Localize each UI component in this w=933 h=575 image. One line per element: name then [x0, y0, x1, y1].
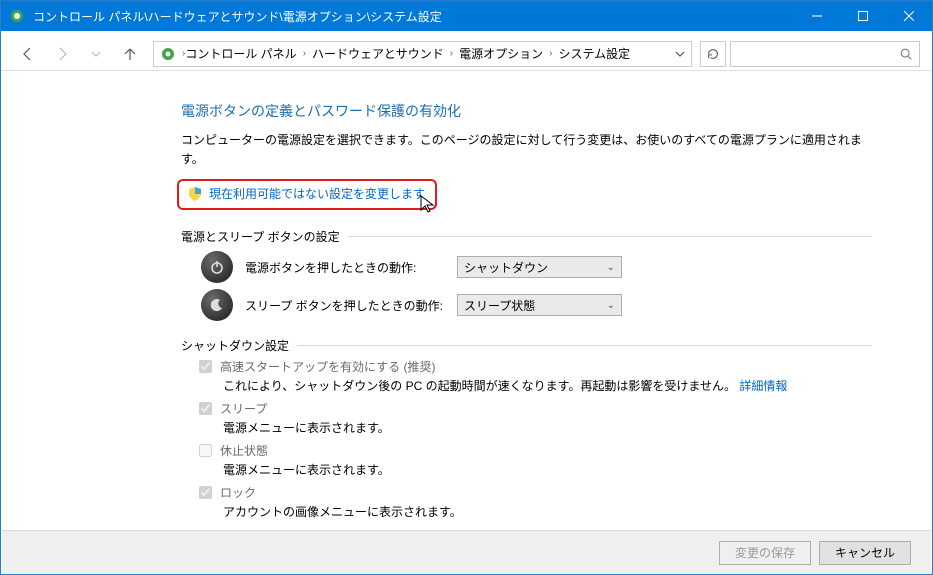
breadcrumb-item[interactable]: コントロール パネル — [185, 45, 296, 62]
minimize-button[interactable] — [794, 1, 840, 31]
fast-startup-description: これにより、シャットダウン後の PC の起動時間が速くなります。再起動は影響を受… — [223, 377, 872, 394]
chevron-down-icon: ⌄ — [607, 300, 615, 311]
search-input[interactable] — [730, 41, 920, 67]
sleep-button-action-select[interactable]: スリープ状態 ⌄ — [457, 294, 622, 316]
forward-button[interactable] — [47, 40, 77, 68]
save-button: 変更の保存 — [719, 541, 811, 565]
recent-dropdown[interactable] — [81, 40, 111, 68]
select-value: スリープ状態 — [464, 297, 535, 314]
control-panel-icon — [9, 8, 25, 24]
power-plan-icon — [160, 46, 176, 62]
sleep-icon — [201, 289, 233, 321]
select-value: シャットダウン — [464, 259, 548, 276]
section-power-sleep-label: 電源とスリープ ボタンの設定 — [181, 228, 340, 245]
lock-option-description: アカウントの画像メニューに表示されます。 — [223, 503, 872, 520]
chevron-down-icon[interactable] — [675, 49, 685, 59]
breadcrumb-item[interactable]: ハードウェアとサウンド — [312, 45, 444, 62]
sleep-option-label: スリープ — [220, 400, 267, 417]
fast-startup-label: 高速スタートアップを有効にする (推奨) — [220, 358, 435, 375]
shield-icon — [187, 186, 203, 202]
page-title: 電源ボタンの定義とパスワード保護の有効化 — [181, 101, 872, 121]
chevron-right-icon: › — [303, 48, 306, 59]
address-bar[interactable]: › コントロール パネル › ハードウェアとサウンド › 電源オプション › シ… — [153, 41, 692, 67]
cancel-button[interactable]: キャンセル — [819, 541, 911, 565]
refresh-button[interactable] — [700, 41, 726, 67]
footer: 変更の保存 キャンセル — [2, 530, 931, 574]
close-button[interactable] — [886, 1, 932, 31]
title-bar: コントロール パネル\ハードウェアとサウンド\電源オプション\システム設定 — [1, 1, 932, 31]
lock-checkbox — [199, 486, 212, 499]
hibernate-checkbox — [199, 444, 212, 457]
power-button-action-select[interactable]: シャットダウン ⌄ — [457, 256, 622, 278]
change-settings-callout: 現在利用可能ではない設定を変更します — [177, 179, 437, 210]
search-icon — [899, 47, 913, 61]
chevron-right-icon: › — [450, 48, 453, 59]
sleep-checkbox — [199, 402, 212, 415]
chevron-right-icon: › — [549, 48, 552, 59]
lock-option-label: ロック — [220, 484, 256, 501]
change-unavailable-settings-link[interactable]: 現在利用可能ではない設定を変更します — [209, 185, 425, 202]
window-title: コントロール パネル\ハードウェアとサウンド\電源オプション\システム設定 — [33, 8, 794, 25]
hibernate-option-label: 休止状態 — [220, 442, 268, 459]
breadcrumb-item[interactable]: 電源オプション — [459, 45, 543, 62]
power-button-action-label: 電源ボタンを押したときの動作: — [245, 259, 445, 276]
section-shutdown-label: シャットダウン設定 — [181, 337, 289, 354]
fast-startup-details-link[interactable]: 詳細情報 — [739, 379, 787, 393]
page-description: コンピューターの電源設定を選択できます。このページの設定に対して行う変更は、お使… — [181, 131, 872, 169]
cursor-icon — [419, 194, 437, 214]
fast-startup-checkbox — [199, 360, 212, 373]
chevron-down-icon: ⌄ — [607, 262, 615, 273]
maximize-button[interactable] — [840, 1, 886, 31]
power-icon — [201, 251, 233, 283]
breadcrumb-item[interactable]: システム設定 — [559, 45, 631, 62]
sleep-button-action-label: スリープ ボタンを押したときの動作: — [245, 297, 445, 314]
back-button[interactable] — [13, 40, 43, 68]
sleep-option-description: 電源メニューに表示されます。 — [223, 419, 872, 436]
hibernate-option-description: 電源メニューに表示されます。 — [223, 461, 872, 478]
toolbar: › コントロール パネル › ハードウェアとサウンド › 電源オプション › シ… — [1, 31, 932, 71]
up-button[interactable] — [115, 40, 145, 68]
